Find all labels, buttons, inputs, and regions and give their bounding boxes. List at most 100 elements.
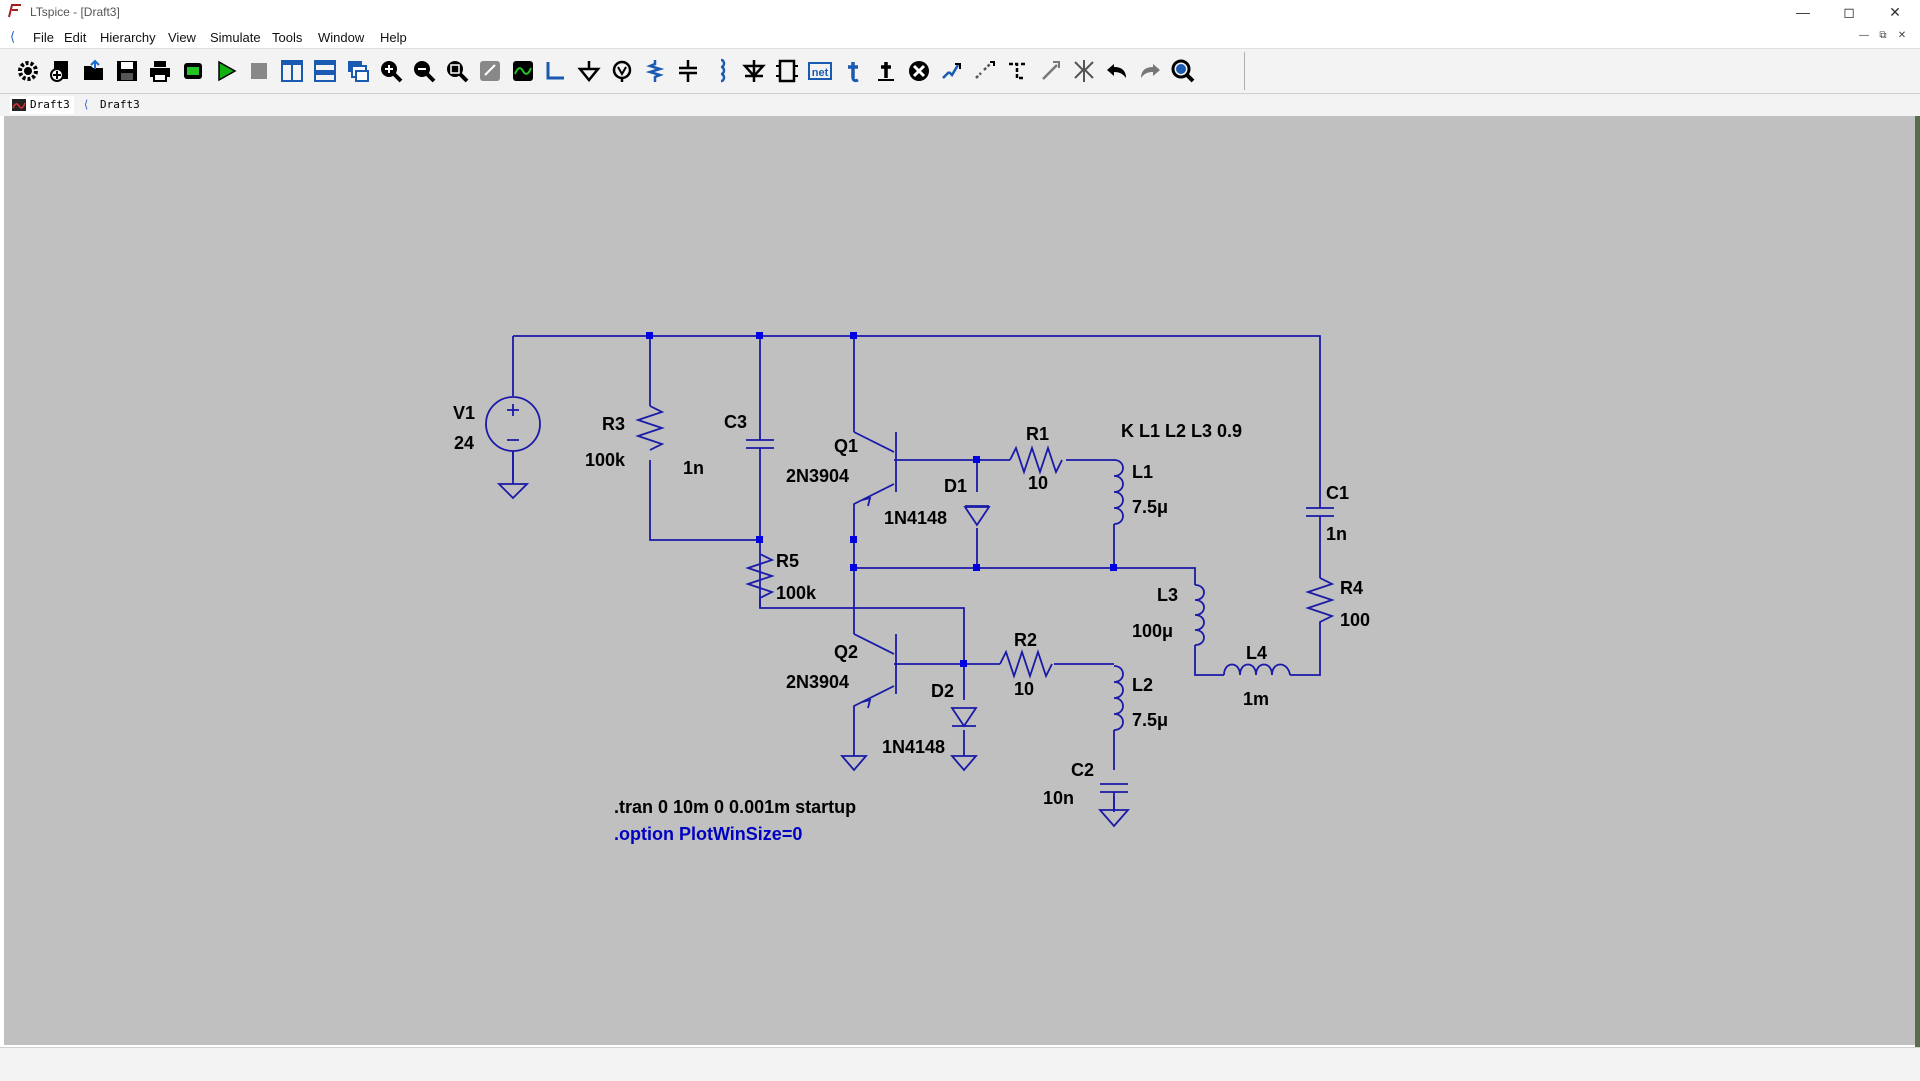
redo-icon[interactable] bbox=[1137, 58, 1163, 84]
wire-icon[interactable] bbox=[543, 58, 569, 84]
label-c1-value: 1n bbox=[1326, 524, 1347, 544]
schematic-canvas[interactable]: V1 24 R3 100k C3 1n Q1 2N3904 D1 1N4148 … bbox=[4, 116, 1915, 1045]
schematic-doc-icon[interactable]: ⟨ bbox=[10, 29, 15, 45]
label-r4-id: R4 bbox=[1340, 578, 1363, 598]
open-icon[interactable] bbox=[81, 58, 107, 84]
tab-waveform-draft3[interactable]: Draft3 bbox=[10, 96, 74, 114]
menu-window[interactable]: Window bbox=[318, 30, 364, 45]
label-v1-value: 24 bbox=[454, 433, 474, 453]
window-title: LTspice - [Draft3] bbox=[30, 5, 120, 19]
mdi-close-icon[interactable]: ✕ bbox=[1895, 30, 1909, 41]
resistor-r4[interactable] bbox=[1305, 577, 1335, 628]
label-c3-value: 1n bbox=[683, 458, 704, 478]
tran-directive: .tran 0 10m 0 0.001m startup bbox=[614, 797, 856, 817]
ltspice-logo-icon bbox=[8, 4, 21, 18]
save-icon[interactable] bbox=[114, 58, 140, 84]
resistor-r3[interactable] bbox=[635, 405, 665, 451]
label-r1-value: 10 bbox=[1028, 473, 1048, 493]
text-icon[interactable] bbox=[873, 58, 899, 84]
zoom-back-icon[interactable] bbox=[477, 58, 503, 84]
schematic-drawing[interactable]: V1 24 R3 100k C3 1n Q1 2N3904 D1 1N4148 … bbox=[4, 116, 1915, 1045]
cascade-icon[interactable] bbox=[345, 58, 371, 84]
diode-icon[interactable] bbox=[741, 58, 767, 84]
zoom-in-icon[interactable] bbox=[378, 58, 404, 84]
menu-tools[interactable]: Tools bbox=[272, 30, 302, 45]
delete-icon[interactable] bbox=[906, 58, 932, 84]
inductor-l4[interactable] bbox=[1223, 663, 1291, 676]
menu-edit[interactable]: Edit bbox=[64, 30, 86, 45]
resistor-r1[interactable] bbox=[1009, 445, 1063, 475]
label-net-icon[interactable] bbox=[609, 58, 635, 84]
waveform-icon bbox=[12, 99, 26, 111]
maximize-icon[interactable]: ◻ bbox=[1826, 0, 1872, 24]
label-l4-id: L4 bbox=[1246, 643, 1267, 663]
mdi-restore-icon[interactable]: ⧉ bbox=[1876, 30, 1890, 41]
label-c1-id: C1 bbox=[1326, 483, 1349, 503]
tile-horizontal-icon[interactable] bbox=[312, 58, 338, 84]
zoom-fit-icon[interactable] bbox=[444, 58, 470, 84]
transistor-q1[interactable] bbox=[861, 432, 897, 507]
menu-file[interactable]: File bbox=[33, 30, 54, 45]
inductor-icon[interactable] bbox=[708, 58, 734, 84]
resistor-r2[interactable] bbox=[999, 649, 1053, 679]
resistor-icon[interactable] bbox=[642, 58, 668, 84]
menu-help[interactable]: Help bbox=[380, 30, 407, 45]
menu-simulate[interactable]: Simulate bbox=[210, 30, 261, 45]
label-l1-value: 7.5μ bbox=[1132, 497, 1168, 517]
capacitor-c2[interactable] bbox=[1098, 783, 1130, 828]
inductor-l2[interactable] bbox=[1113, 665, 1124, 731]
toolbar-separator bbox=[1244, 52, 1245, 90]
run-icon[interactable] bbox=[213, 58, 239, 84]
schematic-icon: ⟨ bbox=[84, 98, 89, 111]
label-r5-id: R5 bbox=[776, 551, 799, 571]
print-icon[interactable] bbox=[147, 58, 173, 84]
label-c2-value: 10n bbox=[1043, 788, 1074, 808]
label-r3-id: R3 bbox=[602, 414, 625, 434]
mirror-icon[interactable] bbox=[1071, 58, 1097, 84]
title-bar: LTspice - [Draft3] — ◻ ✕ bbox=[0, 0, 1920, 24]
move-icon[interactable] bbox=[972, 58, 998, 84]
voltage-source-v1[interactable] bbox=[485, 396, 541, 500]
component-icon[interactable] bbox=[774, 58, 800, 84]
desktop-edge bbox=[1915, 116, 1920, 1080]
inductor-l1[interactable] bbox=[1113, 459, 1124, 525]
minimize-icon[interactable]: — bbox=[1780, 0, 1826, 24]
control-panel-icon[interactable] bbox=[180, 58, 206, 84]
label-l3-id: L3 bbox=[1157, 585, 1178, 605]
ground-icon[interactable] bbox=[576, 58, 602, 84]
drag-icon[interactable] bbox=[1005, 58, 1031, 84]
tab-schematic-draft3[interactable]: ⟨ Draft3 bbox=[80, 96, 144, 114]
menu-view[interactable]: View bbox=[168, 30, 196, 45]
label-d1-id: D1 bbox=[944, 476, 967, 496]
label-r2-id: R2 bbox=[1014, 630, 1037, 650]
inductor-l3[interactable] bbox=[1194, 584, 1205, 646]
label-q2-value: 2N3904 bbox=[786, 672, 849, 692]
find-icon[interactable] bbox=[1170, 58, 1196, 84]
label-l4-value: 1m bbox=[1243, 689, 1269, 709]
label-q2-id: Q2 bbox=[834, 642, 858, 662]
label-c2-id: C2 bbox=[1071, 760, 1094, 780]
halt-icon[interactable] bbox=[246, 58, 272, 84]
menu-hierarchy[interactable]: Hierarchy bbox=[100, 30, 156, 45]
capacitor-icon[interactable] bbox=[675, 58, 701, 84]
net-name-icon[interactable]: net bbox=[807, 58, 833, 84]
duplicate-icon[interactable] bbox=[939, 58, 965, 84]
menu-bar: ⟨ File Edit Hierarchy View Simulate Tool… bbox=[0, 26, 1920, 49]
new-schematic-icon[interactable] bbox=[48, 58, 74, 84]
label-q1-id: Q1 bbox=[834, 436, 858, 456]
spice-directive-icon[interactable] bbox=[840, 58, 866, 84]
settings-icon[interactable] bbox=[15, 58, 41, 84]
label-l1-id: L1 bbox=[1132, 462, 1153, 482]
capacitor-c3[interactable] bbox=[746, 436, 774, 460]
rotate-icon[interactable] bbox=[1038, 58, 1064, 84]
label-r1-id: R1 bbox=[1026, 424, 1049, 444]
mdi-minimize-icon[interactable]: — bbox=[1857, 30, 1871, 41]
diode-d1[interactable] bbox=[963, 505, 991, 527]
close-icon[interactable]: ✕ bbox=[1872, 0, 1918, 24]
label-l2-value: 7.5μ bbox=[1132, 710, 1168, 730]
label-v1-id: V1 bbox=[453, 403, 475, 423]
zoom-out-icon[interactable] bbox=[411, 58, 437, 84]
undo-icon[interactable] bbox=[1104, 58, 1130, 84]
autorange-icon[interactable] bbox=[510, 58, 536, 84]
tile-vertical-icon[interactable] bbox=[279, 58, 305, 84]
